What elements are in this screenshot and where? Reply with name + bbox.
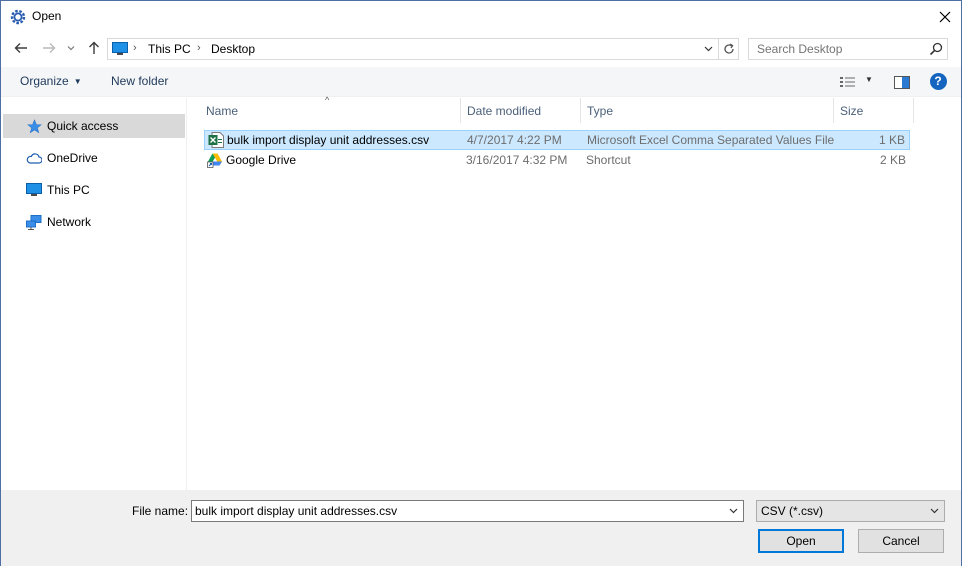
file-row[interactable]: bulk import display unit addresses.csv 4…	[204, 130, 910, 150]
nav-item-network[interactable]: Network	[3, 210, 185, 234]
nav-item-onedrive[interactable]: OneDrive	[3, 146, 185, 170]
open-button[interactable]: Open	[758, 529, 844, 553]
forward-button[interactable]	[40, 39, 58, 57]
network-icon	[25, 214, 43, 230]
column-header-label: Type	[587, 104, 614, 118]
refresh-button[interactable]	[718, 39, 738, 59]
google-drive-icon	[207, 152, 223, 168]
search-box[interactable]	[748, 38, 948, 60]
file-name: Google Drive	[226, 153, 297, 167]
chevron-down-icon[interactable]	[726, 504, 740, 518]
nav-item-quick-access[interactable]: Quick access	[3, 114, 185, 138]
breadcrumb-desktop[interactable]: Desktop	[211, 42, 255, 56]
this-pc-icon	[112, 42, 128, 56]
file-name-label: File name:	[132, 504, 189, 518]
command-bar: Organize ▼ New folder ▼ ?	[1, 67, 961, 97]
breadcrumb-separator: ›	[197, 42, 201, 54]
column-header-size[interactable]: Size	[834, 98, 914, 123]
open-dialog: Open › This PC › Desktop Search Desktop …	[0, 0, 962, 566]
search-input[interactable]	[749, 39, 925, 59]
column-header-name[interactable]: Name	[200, 98, 461, 123]
forward-arrow-icon	[42, 42, 56, 54]
column-header-label: Date modified	[467, 104, 542, 118]
organize-label: Organize	[20, 74, 69, 88]
change-view-button[interactable]	[839, 74, 857, 90]
file-size: 1 KB	[878, 133, 905, 147]
nav-item-label: OneDrive	[47, 151, 98, 165]
nav-item-label: Network	[47, 215, 92, 229]
navigation-pane: Quick access OneDrive This PC Network	[1, 98, 187, 490]
search-icon[interactable]	[929, 42, 943, 56]
new-folder-button[interactable]: New folder	[111, 74, 168, 88]
chevron-down-icon	[704, 46, 713, 52]
computer-icon	[25, 182, 43, 198]
organize-button[interactable]: Organize ▼	[20, 74, 82, 88]
title-bar: Open	[1, 1, 961, 32]
preview-pane-icon	[894, 75, 910, 89]
file-type: Shortcut	[586, 153, 631, 167]
file-type: Microsoft Excel Comma Separated Values F…	[587, 133, 835, 147]
nav-item-label: Quick access	[47, 119, 119, 133]
file-list: ^ Name Date modified Type Size bulk impo…	[188, 95, 961, 490]
preview-pane-button[interactable]	[893, 74, 911, 90]
up-arrow-icon	[88, 41, 100, 55]
file-name-field[interactable]	[192, 501, 722, 521]
excel-csv-icon	[208, 132, 224, 148]
nav-item-this-pc[interactable]: This PC	[3, 178, 185, 202]
back-arrow-icon	[14, 42, 28, 54]
nav-item-label: This PC	[47, 183, 90, 197]
back-button[interactable]	[12, 39, 30, 57]
chevron-down-icon	[67, 45, 75, 51]
file-name-combobox[interactable]	[191, 500, 744, 522]
star-icon	[25, 118, 43, 134]
dialog-footer: File name: CSV (*.csv) Open Cancel	[1, 490, 961, 566]
help-button[interactable]: ?	[929, 72, 947, 90]
file-name: bulk import display unit addresses.csv	[227, 133, 430, 147]
file-date: 4/7/2017 4:22 PM	[467, 133, 562, 147]
file-size: 2 KB	[879, 153, 906, 167]
column-header-date-modified[interactable]: Date modified	[461, 98, 581, 123]
cancel-button[interactable]: Cancel	[858, 529, 944, 553]
recent-locations-button[interactable]	[65, 39, 77, 57]
up-button[interactable]	[85, 39, 103, 57]
file-row[interactable]: Google Drive 3/16/2017 4:32 PM Shortcut …	[204, 151, 910, 171]
organize-dropdown-arrow: ▼	[73, 77, 82, 86]
breadcrumb-separator: ›	[133, 42, 137, 54]
refresh-icon	[723, 43, 735, 55]
details-view-icon	[840, 76, 856, 88]
file-type-select[interactable]: CSV (*.csv)	[756, 500, 945, 522]
address-bar[interactable]: › This PC › Desktop	[107, 38, 739, 60]
column-header-type[interactable]: Type	[581, 98, 834, 123]
app-gear-icon	[10, 9, 26, 25]
close-icon	[939, 11, 951, 23]
help-icon: ?	[929, 72, 947, 90]
window-title: Open	[32, 9, 62, 23]
close-button[interactable]	[929, 1, 961, 32]
breadcrumb-this-pc[interactable]: This PC	[148, 42, 191, 56]
file-date: 3/16/2017 4:32 PM	[466, 153, 568, 167]
cloud-icon	[25, 150, 43, 166]
chevron-down-icon	[927, 504, 941, 518]
file-type-value: CSV (*.csv)	[761, 504, 824, 518]
view-dropdown-arrow[interactable]: ▼	[865, 75, 873, 84]
address-history-dropdown[interactable]	[700, 39, 716, 59]
column-header-label: Size	[840, 104, 864, 118]
column-header-label: Name	[206, 104, 239, 118]
